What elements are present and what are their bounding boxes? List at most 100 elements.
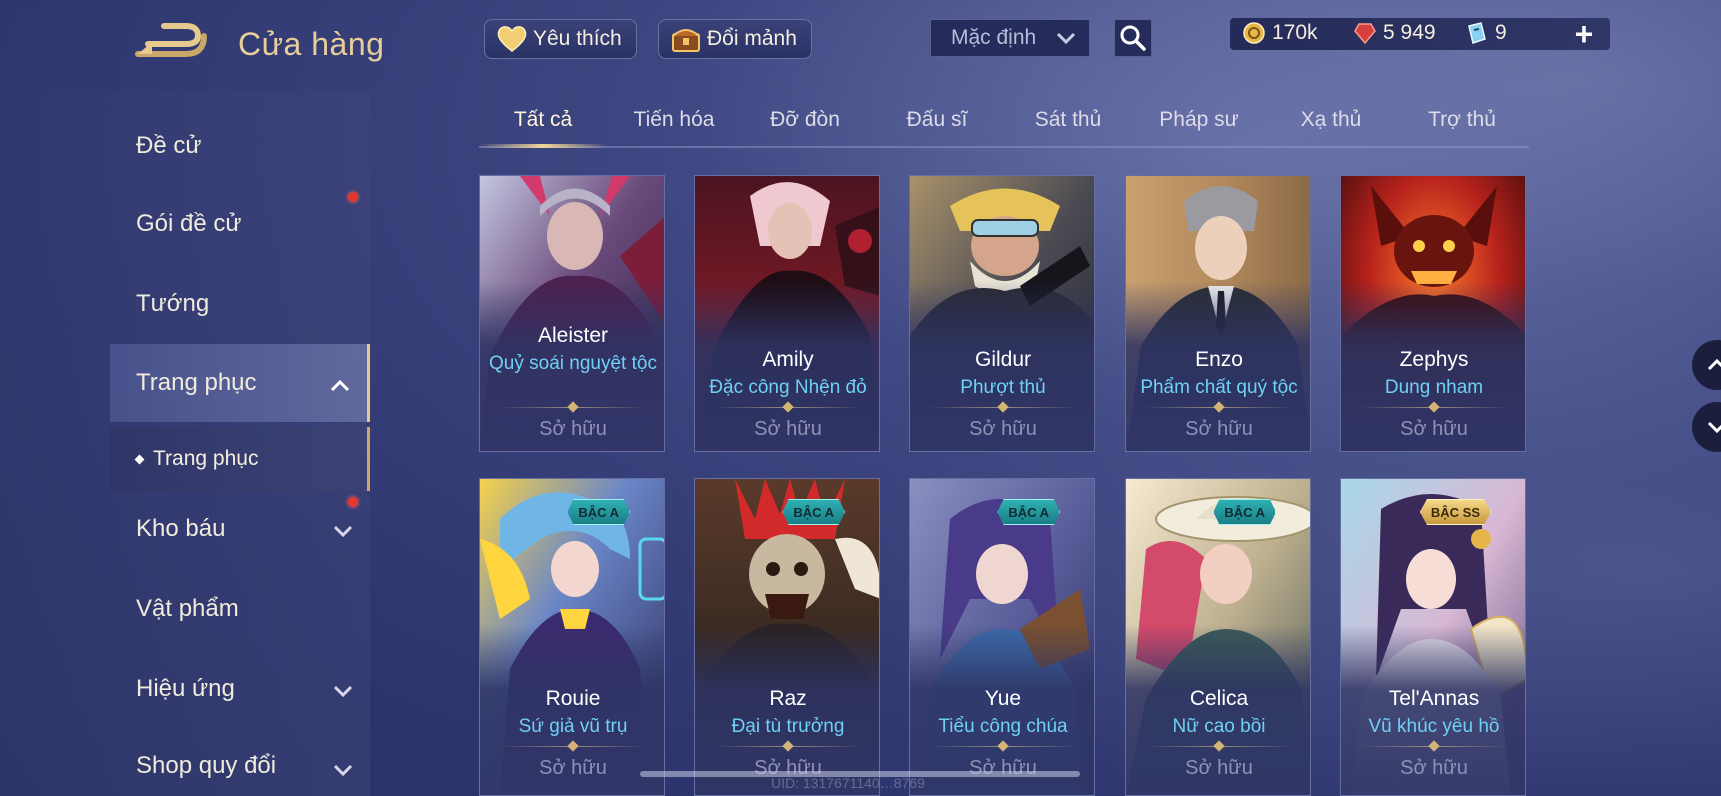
notification-dot: [348, 497, 358, 507]
chevron-down-icon: [1055, 28, 1077, 54]
hero-name: Aleister: [537, 324, 609, 347]
search-button[interactable]: [1114, 19, 1152, 57]
scroll-up-button[interactable]: [1692, 340, 1721, 390]
ruby-balance: 5 949: [1353, 21, 1436, 45]
skin-card[interactable]: Enzo Phẩm chất quý tộc Sở hữu: [1125, 175, 1311, 452]
page-title: Cửa hàng: [238, 26, 385, 62]
tier-badge: BẬC SS: [1419, 499, 1491, 525]
sidebar-subitem-label: Trang phục: [153, 447, 259, 470]
ownership-status: Sở hữu: [754, 418, 822, 440]
skin-name: Phượt thủ: [960, 377, 1046, 398]
chevron-down-icon: [1707, 421, 1721, 434]
notification-dot: [348, 192, 358, 202]
chevron-up-icon: [329, 374, 351, 402]
sidebar-item-label: Kho báu: [136, 515, 226, 542]
chevron-down-icon: [332, 519, 354, 547]
sidebar-item-effects[interactable]: Hiệu ứng: [110, 657, 370, 721]
back-button[interactable]: [134, 22, 208, 62]
sort-dropdown[interactable]: Mặc định: [930, 19, 1090, 57]
skin-name: Đại tù trưởng: [731, 716, 845, 737]
skin-card[interactable]: BẬC A Rouie Sứ giả vũ trụ Sở hữu: [479, 478, 665, 796]
sidebar-item-label: Gói đề cử: [136, 210, 242, 237]
sort-value: Mặc định: [951, 26, 1037, 49]
ownership-status: Sở hữu: [1400, 418, 1468, 440]
chevron-down-icon: [332, 758, 354, 786]
sidebar-item-label: Đề cử: [136, 132, 202, 159]
skin-name: Vũ khúc yêu hồ: [1368, 716, 1500, 737]
hero-name: Amily: [762, 348, 814, 371]
sidebar-item-skins[interactable]: Trang phục: [110, 344, 370, 422]
skin-name: Dung nham: [1384, 377, 1484, 398]
tab-all[interactable]: Tất cả: [479, 108, 607, 146]
tab-support[interactable]: Trợ thủ: [1402, 108, 1522, 146]
sidebar-subitem-skins[interactable]: Trang phục: [110, 427, 370, 491]
ownership-status: Sở hữu: [1185, 418, 1253, 440]
skin-card[interactable]: BẬC SS Tel'Annas Vũ khúc yêu hồ Sở hữu: [1340, 478, 1526, 796]
hero-name: Yue: [984, 687, 1022, 710]
ruby-gem-icon: [1353, 21, 1377, 45]
exchange-fragments-label: Đổi mảnh: [707, 27, 797, 50]
hero-name: Celica: [1189, 687, 1249, 710]
skin-name: Nữ cao bồi: [1172, 716, 1266, 737]
back-arrow-icon: [135, 23, 207, 57]
ownership-status: Sở hữu: [539, 418, 607, 440]
favorites-button[interactable]: Yêu thích: [484, 19, 637, 59]
tab-tank[interactable]: Đỡ đòn: [745, 108, 865, 146]
skin-card[interactable]: Zephys Dung nham Sở hữu: [1340, 175, 1526, 452]
hero-name: Gildur: [974, 348, 1032, 371]
ticket-amount: 9: [1495, 21, 1507, 44]
skin-name: Tiểu công chúa: [938, 716, 1068, 737]
sidebar-item-label: Shop quy đổi: [136, 752, 277, 779]
chevron-down-icon: [332, 679, 354, 707]
treasure-chest-icon: [669, 24, 703, 54]
skin-card[interactable]: Amily Đặc công Nhện đỏ Sở hữu: [694, 175, 880, 452]
tier-badge: BẬC A: [997, 499, 1060, 525]
sidebar-item-items[interactable]: Vật phẩm: [110, 577, 370, 641]
skin-name: Đặc công Nhện đỏ: [709, 377, 867, 398]
sidebar-item-label: Hiệu ứng: [136, 675, 235, 702]
ownership-status: Sở hữu: [1400, 757, 1468, 779]
sidebar-item-heroes[interactable]: Tướng: [110, 272, 370, 336]
gold-amount: 170k: [1272, 21, 1318, 44]
skin-name: Quỷ soái nguyệt tộc: [489, 353, 657, 374]
tier-badge: BẬC A: [782, 499, 845, 525]
user-id: UID: 1317671140…8769: [771, 775, 925, 791]
sidebar-item-label: Trang phục: [136, 369, 257, 396]
tab-mage[interactable]: Pháp sư: [1139, 108, 1259, 146]
skin-card[interactable]: Gildur Phượt thủ Sở hữu: [909, 175, 1095, 452]
sidebar-item-label: Tướng: [136, 290, 210, 317]
skin-card[interactable]: Aleister Quỷ soái nguyệt tộc Sở hữu: [479, 175, 665, 452]
tab-marksman[interactable]: Xạ thủ: [1271, 108, 1391, 146]
hero-name: Enzo: [1195, 348, 1243, 371]
ticket-icon: [1465, 21, 1489, 45]
ticket-balance: 9: [1465, 21, 1507, 45]
tab-divider: [479, 146, 1529, 148]
sidebar-item-treasure[interactable]: Kho báu: [110, 497, 370, 561]
hero-name: Tel'Annas: [1388, 687, 1480, 710]
sidebar-item-recommended-packs[interactable]: Gói đề cử: [110, 192, 370, 256]
tab-evolution[interactable]: Tiến hóa: [614, 108, 734, 146]
sidebar-item-label: Vật phẩm: [136, 595, 239, 622]
skin-name: Sứ giả vũ trụ: [518, 716, 628, 737]
hero-name: Raz: [769, 687, 807, 710]
skin-card[interactable]: BẬC A Celica Nữ cao bồi Sở hữu: [1125, 478, 1311, 796]
chevron-up-icon: [1707, 358, 1721, 371]
tab-fighter[interactable]: Đấu sĩ: [877, 108, 997, 146]
skin-card[interactable]: BẬC A Yue Tiểu công chúa Sở hữu: [909, 478, 1095, 796]
ruby-amount: 5 949: [1383, 21, 1436, 44]
scroll-down-button[interactable]: [1692, 402, 1721, 452]
active-tab-indicator: [479, 144, 607, 148]
ownership-status: Sở hữu: [1185, 757, 1253, 779]
diamond-bullet-icon: [134, 454, 145, 464]
tab-assassin[interactable]: Sát thủ: [1008, 108, 1128, 146]
tier-badge: BẬC A: [1213, 499, 1276, 525]
exchange-fragments-button[interactable]: Đổi mảnh: [658, 19, 812, 59]
gold-balance: 170k: [1242, 21, 1318, 45]
skin-card[interactable]: BẬC A Raz Đại tù trưởng Sở hữu: [694, 478, 880, 796]
favorites-label: Yêu thích: [533, 27, 622, 50]
sidebar-item-recommended[interactable]: Đề cử: [110, 114, 370, 178]
add-currency-button[interactable]: +: [1570, 18, 1598, 50]
skin-name: Phẩm chất quý tộc: [1140, 377, 1298, 398]
sidebar-item-exchange-shop[interactable]: Shop quy đổi: [110, 736, 370, 796]
heart-icon: [495, 24, 529, 54]
